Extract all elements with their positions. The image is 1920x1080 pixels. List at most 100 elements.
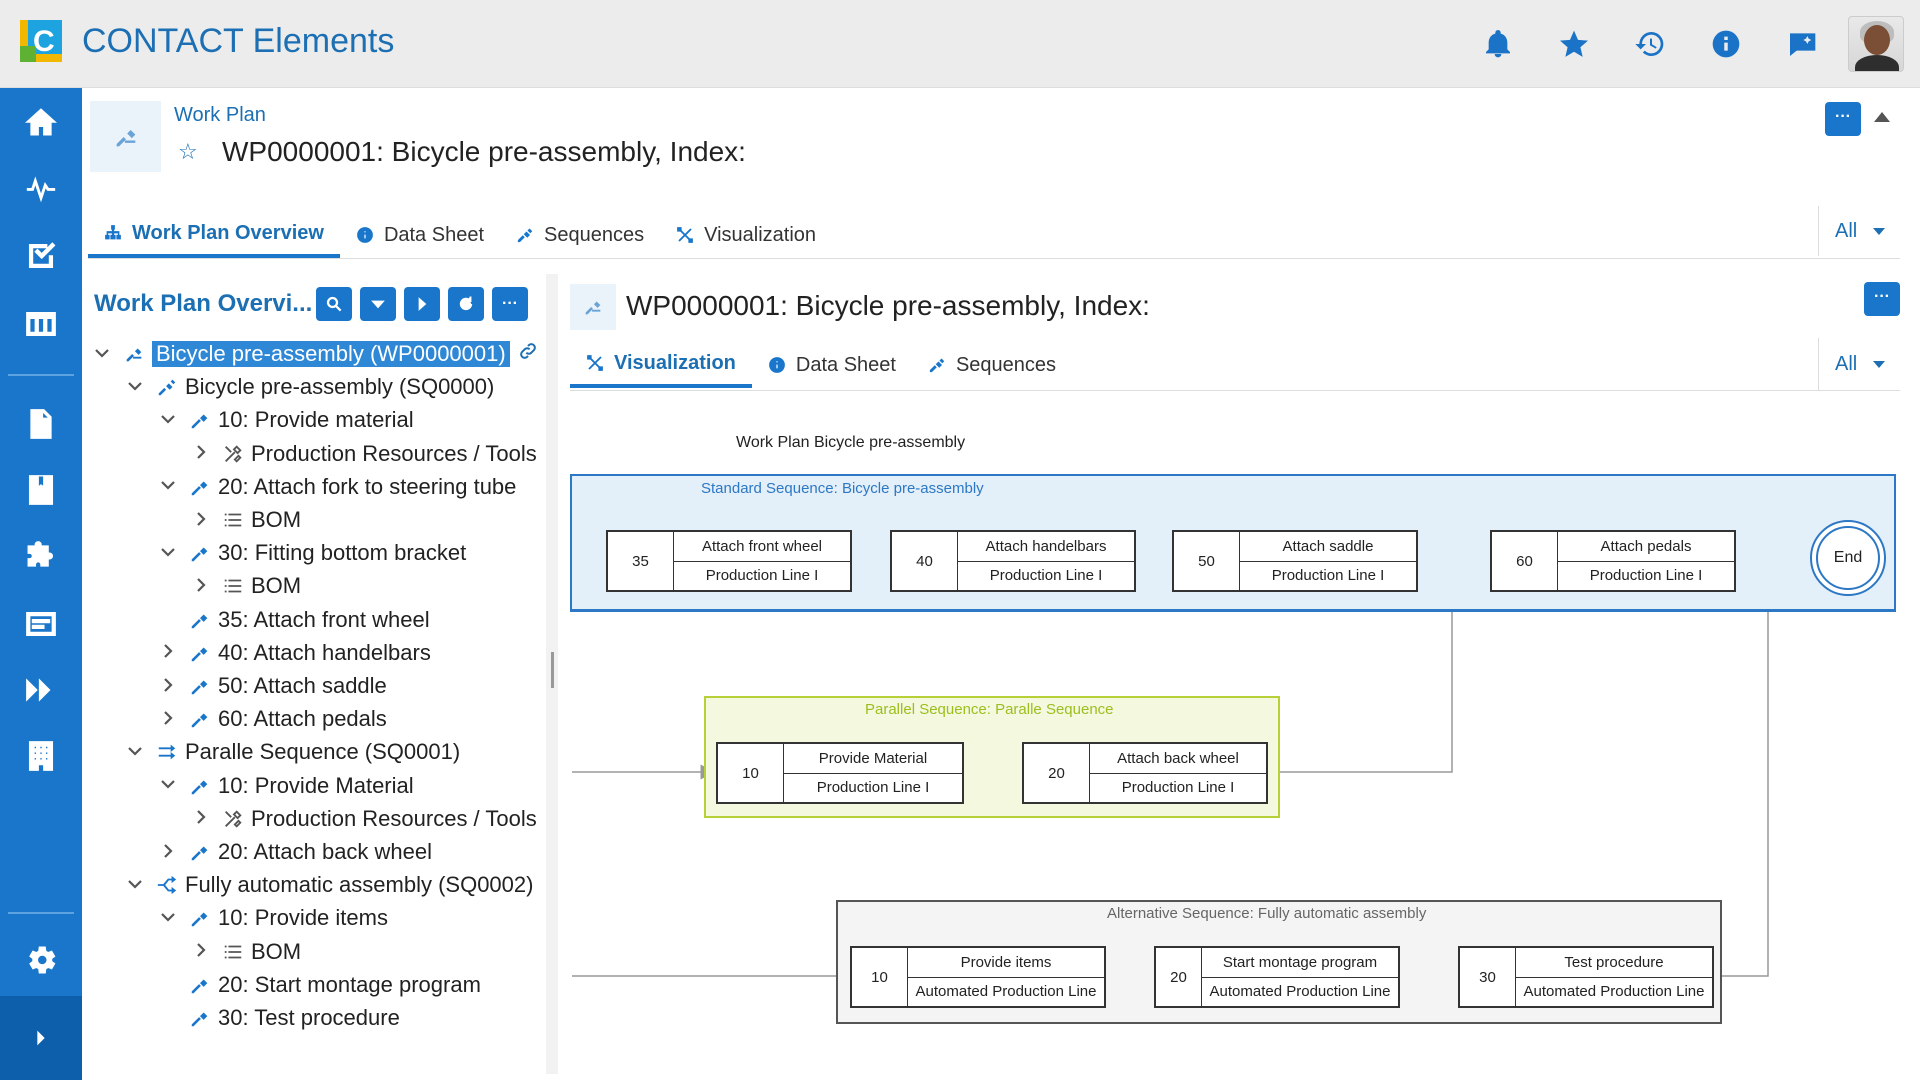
chevron-right-icon[interactable] — [158, 677, 178, 696]
parallel-sequence-label: Parallel Sequence: Paralle Sequence — [865, 701, 1114, 718]
tree-row[interactable]: 40: Attach handelbars — [158, 637, 431, 669]
tree-row[interactable]: Production Resources / Tools — [191, 803, 537, 835]
tree-row[interactable]: 60: Attach pedals — [158, 703, 387, 735]
operation-node[interactable]: 20 Attach back wheel Production Line I — [1022, 742, 1268, 804]
info-icon[interactable] — [1688, 0, 1764, 88]
operation-node[interactable]: 20 Start montage program Automated Produ… — [1154, 946, 1400, 1008]
operation-node[interactable]: 60 Attach pedals Production Line I — [1490, 530, 1736, 592]
tree-row[interactable]: Paralle Sequence (SQ0001) — [125, 736, 460, 768]
tab-data-sheet[interactable]: Data Sheet — [752, 342, 912, 388]
tree-row[interactable]: BOM — [191, 504, 301, 536]
filter-label: All — [1835, 352, 1858, 375]
search-button[interactable] — [316, 287, 352, 321]
chevron-down-icon[interactable] — [158, 776, 178, 795]
tree-row[interactable]: 30: Test procedure — [158, 1002, 400, 1034]
star-icon[interactable] — [1536, 0, 1612, 88]
chevron-down-icon[interactable] — [158, 544, 178, 563]
tree-row-label: 50: Attach saddle — [218, 673, 387, 698]
chevron-down-icon[interactable] — [125, 743, 145, 762]
building-icon[interactable] — [0, 724, 82, 788]
chevron-down-icon[interactable] — [158, 477, 178, 496]
chevron-right-icon[interactable] — [158, 843, 178, 862]
detail-filter-all-dropdown[interactable]: All — [1818, 338, 1886, 390]
tab-sequences[interactable]: Sequences — [500, 212, 660, 258]
tree-row[interactable]: Production Resources / Tools — [191, 438, 537, 470]
chevron-right-icon[interactable] — [191, 444, 211, 463]
tree-more-button[interactable]: ··· — [492, 287, 528, 321]
operation-icon — [188, 1006, 212, 1030]
breadcrumb[interactable]: Work Plan — [174, 104, 266, 127]
tree-row[interactable]: 20: Start montage program — [158, 969, 481, 1001]
bell-icon[interactable] — [1460, 0, 1536, 88]
tree-row[interactable]: 10: Provide items — [158, 902, 388, 934]
tasks-icon[interactable] — [0, 224, 82, 288]
expand-all-button[interactable] — [360, 287, 396, 321]
operation-node[interactable]: 10 Provide Material Production Line I — [716, 742, 964, 804]
chevron-right-icon[interactable] — [191, 577, 211, 596]
chevron-right-icon[interactable] — [158, 710, 178, 729]
contact-logo[interactable]: C — [20, 20, 62, 62]
refresh-button[interactable] — [448, 287, 484, 321]
tree-row[interactable]: 30: Fitting bottom bracket — [158, 537, 466, 569]
history-icon[interactable] — [1612, 0, 1688, 88]
tree-row[interactable]: BOM — [191, 570, 301, 602]
chevron-down-icon[interactable] — [125, 876, 145, 895]
chevron-down-icon[interactable] — [125, 378, 145, 397]
tree-row[interactable]: 10: Provide Material — [158, 770, 414, 802]
tree-row[interactable]: 20: Attach back wheel — [158, 836, 432, 868]
operation-node[interactable]: 40 Attach handelbars Production Line I — [890, 530, 1136, 592]
detail-more-button[interactable]: ··· — [1864, 282, 1900, 316]
operation-icon — [188, 608, 212, 632]
operation-node[interactable]: 30 Test procedure Automated Production L… — [1458, 946, 1714, 1008]
chevron-down-icon[interactable] — [92, 345, 112, 364]
home-icon[interactable] — [0, 90, 82, 154]
tree-row-label: BOM — [251, 938, 302, 964]
document-icon[interactable] — [0, 392, 82, 456]
tree-row[interactable]: Bicycle pre-assembly (WP0000001) — [92, 338, 538, 370]
tab-sequences[interactable]: Sequences — [912, 342, 1072, 388]
puzzle-icon[interactable] — [0, 524, 82, 588]
operation-line: Production Line I — [816, 779, 930, 797]
settings-icon[interactable] — [0, 928, 82, 992]
card-icon[interactable] — [0, 592, 82, 656]
operation-icon — [188, 973, 212, 997]
next-button[interactable] — [404, 287, 440, 321]
folder-icon[interactable] — [0, 458, 82, 522]
forward-icon[interactable] — [0, 658, 82, 722]
chevron-right-icon[interactable] — [191, 809, 211, 828]
feedback-icon[interactable] — [1764, 0, 1840, 88]
sequence-icon — [929, 358, 945, 373]
table-icon[interactable] — [0, 292, 82, 356]
tree-row[interactable]: Fully automatic assembly (SQ0002) — [125, 869, 533, 901]
collapse-header-icon[interactable] — [1874, 112, 1890, 122]
link-icon[interactable] — [518, 341, 538, 367]
activity-icon[interactable] — [0, 156, 82, 220]
end-node[interactable]: End — [1810, 520, 1886, 596]
tree-row[interactable]: BOM — [191, 936, 301, 968]
chevron-right-icon[interactable] — [191, 511, 211, 530]
avatar[interactable] — [1848, 16, 1904, 72]
operation-node[interactable]: 50 Attach saddle Production Line I — [1172, 530, 1418, 592]
tree-row[interactable]: 20: Attach fork to steering tube — [158, 471, 516, 503]
splitter-grip[interactable] — [551, 652, 554, 688]
chevron-right-icon[interactable] — [158, 643, 178, 662]
header-more-button[interactable]: ··· — [1825, 102, 1861, 136]
expand-nav-button[interactable] — [0, 996, 82, 1080]
chevron-right-icon[interactable] — [191, 942, 211, 961]
tab-visualization[interactable]: Visualization — [660, 212, 832, 258]
tree-row[interactable]: 10: Provide material — [158, 404, 414, 436]
tab-data-sheet[interactable]: Data Sheet — [340, 212, 500, 258]
tree-row[interactable]: Bicycle pre-assembly (SQ0000) — [125, 371, 494, 403]
tree-row[interactable]: 50: Attach saddle — [158, 670, 387, 702]
filter-all-dropdown[interactable]: All — [1818, 206, 1886, 256]
tree-row[interactable]: 35: Attach front wheel — [158, 604, 430, 636]
operation-node[interactable]: 10 Provide items Automated Production Li… — [850, 946, 1106, 1008]
chevron-down-icon[interactable] — [158, 411, 178, 430]
tab-work-plan-overview[interactable]: Work Plan Overview — [88, 212, 340, 258]
tree-row-label: 10: Provide Material — [218, 772, 414, 798]
operation-node[interactable]: 35 Attach front wheel Production Line I — [606, 530, 852, 592]
favorite-star-icon[interactable]: ☆ — [178, 139, 198, 165]
tab-visualization[interactable]: Visualization — [570, 342, 752, 388]
chevron-down-icon[interactable] — [158, 909, 178, 928]
left-nav — [0, 88, 82, 1080]
